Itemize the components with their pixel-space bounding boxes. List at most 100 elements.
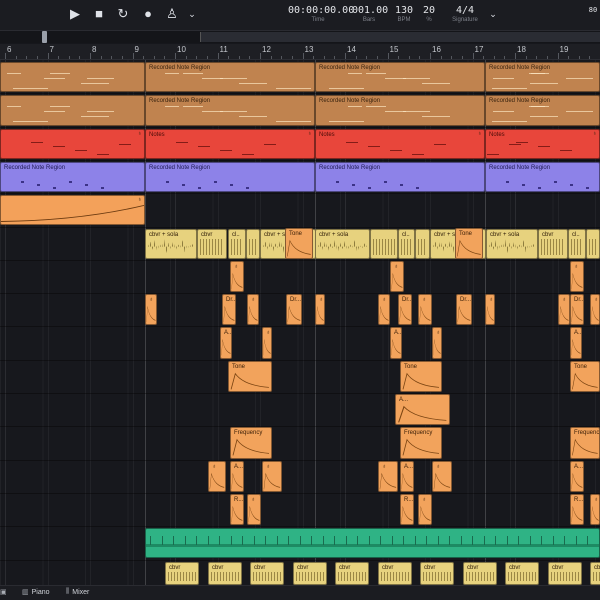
audio-region-small[interactable]: cbvr: [463, 561, 497, 585]
modular-region[interactable]: A...: [220, 327, 232, 359]
audio-region[interactable]: cl..: [398, 228, 415, 259]
modular-region[interactable]: Dr...: [222, 294, 236, 326]
loop-icon[interactable]: ↻: [114, 6, 132, 22]
arrangement-tracks[interactable]: Recorded Note Region Recorded Note Region…: [0, 60, 600, 585]
modular-region[interactable]: Dr...: [398, 294, 412, 326]
modular-region[interactable]: ♁: [390, 260, 404, 293]
audio-region[interactable]: cl..: [228, 228, 246, 259]
recorded-note-region[interactable]: Recorded Note Region: [485, 95, 600, 126]
modular-region[interactable]: A...: [570, 327, 582, 359]
audio-region[interactable]: [586, 228, 600, 259]
bpm-display[interactable]: 130 BPM: [392, 5, 416, 24]
notes-region[interactable]: Notes ♁: [485, 128, 600, 159]
audio-region[interactable]: cl..: [568, 228, 586, 259]
modular-region[interactable]: ♁: [558, 294, 570, 326]
modular-region[interactable]: ♁: [262, 460, 282, 492]
audio-region-small[interactable]: cbvr: [378, 561, 412, 585]
signature-chevron-icon[interactable]: ⌄: [484, 6, 502, 22]
percent-display[interactable]: 20 %: [420, 5, 438, 24]
modular-region[interactable]: ♁: [378, 460, 398, 492]
recorded-note-region-purple[interactable]: Recorded Note Region: [0, 161, 145, 193]
stop-icon[interactable]: ■: [90, 6, 108, 22]
modular-region[interactable]: ♁: [262, 327, 272, 359]
recorded-note-region[interactable]: Recorded Note Region: [315, 62, 485, 93]
right-display[interactable]: 80: [586, 5, 600, 16]
signature-display[interactable]: 4/4 Signature: [448, 5, 482, 24]
modular-region[interactable]: ♁: [208, 460, 226, 492]
notes-region[interactable]: Notes ♁: [145, 128, 315, 159]
modular-region[interactable]: Frequency: [230, 427, 272, 459]
record-icon[interactable]: ●: [139, 6, 157, 22]
notes-region[interactable]: ♁: [0, 128, 145, 159]
modular-region[interactable]: A...: [390, 327, 402, 359]
piano-tab[interactable]: ▥ Piano: [22, 588, 50, 597]
modular-region[interactable]: A...: [230, 460, 244, 492]
recorded-note-region[interactable]: [0, 62, 145, 93]
audio-region-small[interactable]: cbvr: [420, 561, 454, 585]
recorded-note-region-purple[interactable]: Recorded Note Region: [485, 161, 600, 193]
recorded-note-region[interactable]: Recorded Note Region: [315, 95, 485, 126]
modular-region[interactable]: ♁: [230, 260, 244, 293]
audio-region[interactable]: cbvr + sola: [145, 228, 197, 259]
modular-region[interactable]: ♁: [418, 294, 432, 326]
bottom-left-icon[interactable]: ▣: [0, 588, 7, 596]
notes-region[interactable]: Notes ♁: [315, 128, 485, 159]
modular-region[interactable]: ♁: [145, 294, 157, 326]
modular-region[interactable]: A...: [400, 460, 414, 492]
modular-region[interactable]: ♁: [590, 493, 600, 526]
time-display[interactable]: 00:00:00.00 Time: [288, 5, 354, 24]
audio-region[interactable]: [246, 228, 260, 259]
modular-region[interactable]: ♁: [247, 493, 261, 526]
drum-region[interactable]: [145, 528, 600, 559]
modular-region[interactable]: A...: [395, 394, 450, 426]
recorded-note-region[interactable]: Recorded Note Region: [145, 95, 315, 126]
modular-region[interactable]: Dr...: [570, 294, 584, 326]
audio-region-small[interactable]: cbvr: [293, 561, 327, 585]
modular-region[interactable]: Dr...: [286, 294, 302, 326]
audio-region[interactable]: [370, 228, 398, 259]
modular-region[interactable]: Tone: [285, 227, 313, 259]
recorded-note-region[interactable]: Recorded Note Region: [485, 62, 600, 93]
modular-region[interactable]: Frequency: [570, 427, 600, 459]
audio-region[interactable]: cbvr + sola: [315, 228, 370, 259]
modular-region[interactable]: ♁: [378, 294, 390, 326]
audio-region[interactable]: cbvr: [538, 228, 568, 259]
modular-region[interactable]: ♁: [315, 294, 325, 326]
modular-region[interactable]: Tone: [228, 360, 272, 392]
mixer-tab[interactable]: ⫼ Mixer: [66, 588, 89, 596]
audio-region-small[interactable]: cbvr: [505, 561, 539, 585]
audio-region-small[interactable]: cbvr: [590, 561, 600, 585]
modular-region[interactable]: ♁: [485, 294, 495, 326]
overview-handle[interactable]: [42, 31, 47, 43]
audio-region[interactable]: [415, 228, 430, 259]
recorded-note-region[interactable]: [0, 95, 145, 126]
modular-region[interactable]: Tone: [455, 227, 483, 259]
bars-display[interactable]: 001.00 Bars: [352, 5, 388, 24]
modular-region[interactable]: ♁: [570, 260, 584, 293]
modular-region[interactable]: R...: [230, 493, 244, 526]
modular-region[interactable]: Dr...: [456, 294, 472, 326]
modular-region[interactable]: ♁: [418, 493, 432, 526]
recorded-note-region[interactable]: Recorded Note Region: [145, 62, 315, 93]
modular-region[interactable]: ♁: [247, 294, 259, 326]
modular-region[interactable]: ♁: [432, 327, 442, 359]
modular-region[interactable]: A...: [570, 460, 584, 492]
modular-region[interactable]: R...: [400, 493, 414, 526]
timeline-ruler[interactable]: 6 7 8 9 10 11 12 13 14 15 16 17 18 19: [0, 44, 600, 60]
recorded-note-region-purple[interactable]: Recorded Note Region: [145, 161, 315, 193]
modular-region[interactable]: Tone: [570, 360, 600, 392]
automation-region[interactable]: ♁: [0, 195, 145, 226]
modular-region[interactable]: R...: [570, 493, 584, 526]
audio-region-small[interactable]: cbvr: [208, 561, 242, 585]
play-icon[interactable]: ▶: [66, 6, 84, 22]
modular-region[interactable]: ♁: [590, 294, 600, 326]
audio-region[interactable]: cbvr + sola: [486, 228, 538, 259]
overview-visible-window[interactable]: [200, 32, 600, 42]
modular-region[interactable]: Tone: [400, 360, 442, 392]
audio-region-small[interactable]: cbvr: [335, 561, 369, 585]
audio-region-small[interactable]: cbvr: [548, 561, 582, 585]
audio-region-small[interactable]: cbvr: [250, 561, 284, 585]
modular-region[interactable]: ♁: [432, 460, 452, 492]
audio-region-small[interactable]: cbvr: [165, 561, 199, 585]
modular-region[interactable]: Frequency: [400, 427, 442, 459]
